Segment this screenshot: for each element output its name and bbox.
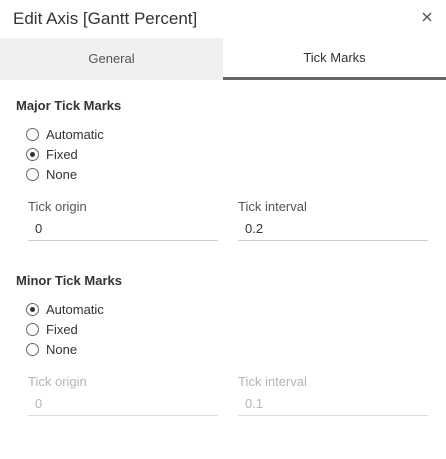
tab-general[interactable]: General <box>0 38 223 80</box>
major-tick-origin-input[interactable] <box>28 217 218 241</box>
minor-radio-automatic[interactable]: Automatic <box>26 300 104 318</box>
radio-button[interactable] <box>26 167 39 181</box>
radio-label: Fixed <box>46 146 78 162</box>
close-icon[interactable] <box>418 8 436 26</box>
radio-button[interactable] <box>26 147 39 161</box>
radio-label: Automatic <box>46 126 104 142</box>
radio-label: Fixed <box>46 321 78 337</box>
dialog-title: Edit Axis [Gantt Percent] <box>13 9 198 28</box>
minor-tick-marks-heading: Minor Tick Marks <box>16 273 122 288</box>
major-tick-marks-heading: Major Tick Marks <box>16 98 122 113</box>
major-radio-fixed[interactable]: Fixed <box>26 145 78 163</box>
minor-radio-none[interactable]: None <box>26 340 77 358</box>
major-tick-interval-label: Tick interval <box>238 199 307 214</box>
major-radio-automatic[interactable]: Automatic <box>26 125 104 143</box>
radio-label: None <box>46 166 78 182</box>
major-tick-origin-label: Tick origin <box>28 199 87 214</box>
minor-tick-interval-input <box>238 392 428 416</box>
minor-radio-fixed[interactable]: Fixed <box>26 320 78 338</box>
tab-bar: General Tick Marks <box>0 38 446 80</box>
tab-tick-marks[interactable]: Tick Marks <box>223 38 446 80</box>
minor-tick-origin-input <box>28 392 218 416</box>
dialog-header: Edit Axis [Gantt Percent] <box>0 0 446 38</box>
radio-label: Automatic <box>46 301 104 317</box>
major-radio-none[interactable]: None <box>26 165 77 183</box>
minor-tick-origin-label: Tick origin <box>28 374 87 389</box>
radio-button[interactable] <box>26 322 39 336</box>
radio-button[interactable] <box>26 127 39 141</box>
radio-button[interactable] <box>26 302 39 316</box>
major-tick-interval-input[interactable] <box>238 217 428 241</box>
radio-button[interactable] <box>26 342 39 356</box>
radio-label: None <box>46 341 78 357</box>
minor-tick-interval-label: Tick interval <box>238 374 307 389</box>
